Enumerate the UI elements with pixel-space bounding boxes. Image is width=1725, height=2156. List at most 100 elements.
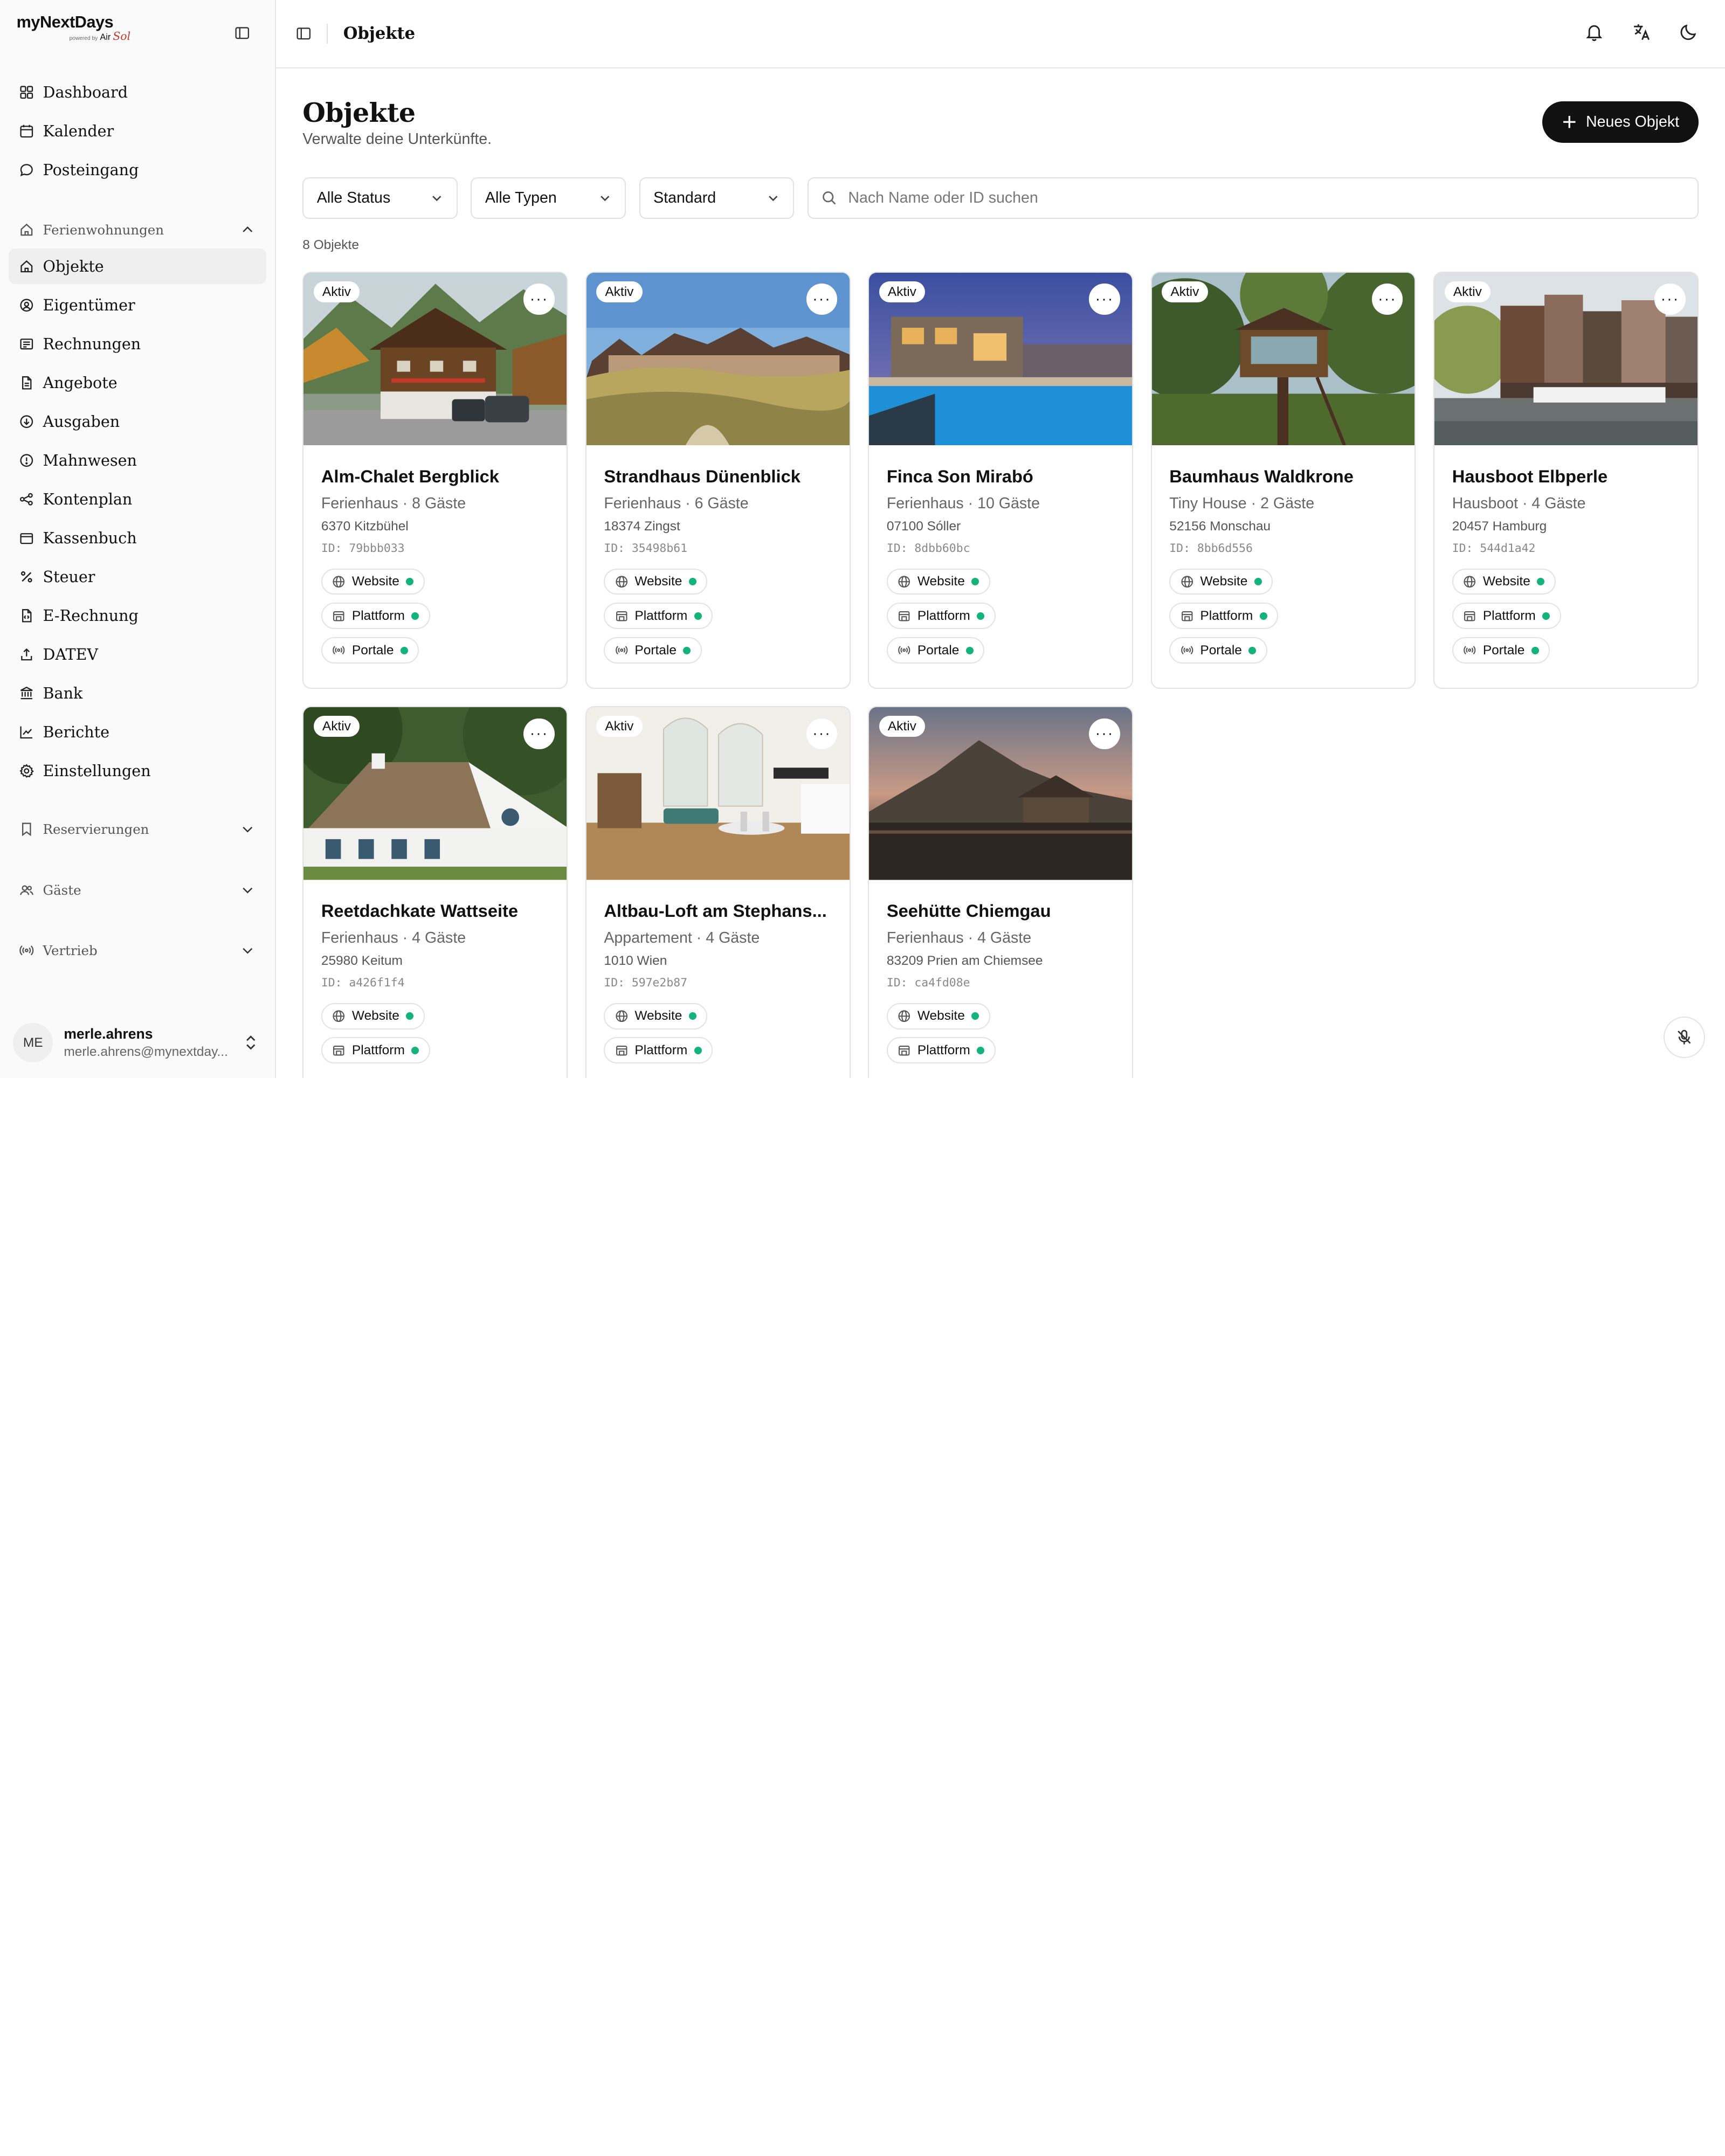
property-type-guests: Ferienhaus · 4 Gäste (886, 929, 1032, 946)
status-filter[interactable]: Alle Status (302, 177, 458, 219)
translate-icon[interactable] (1632, 22, 1652, 42)
bell-icon[interactable] (1584, 22, 1604, 42)
nav-item-posteingang[interactable]: Posteingang (9, 153, 266, 188)
nav-item-e-rechnung[interactable]: E-Rechnung (9, 598, 266, 633)
nav-item-dashboard[interactable]: Dashboard (9, 75, 266, 110)
moon-icon[interactable] (1679, 22, 1699, 42)
more-options-button[interactable]: ··· (806, 718, 838, 749)
nav-item-angebote[interactable]: Angebote (9, 365, 266, 400)
channel-chip-portale[interactable]: Portale (604, 637, 702, 664)
panel-toggle-icon[interactable] (296, 26, 312, 42)
more-options-button[interactable]: ··· (806, 284, 838, 315)
brand-sol-text: Sol (113, 30, 131, 43)
channel-chip-website[interactable]: Website (1452, 568, 1556, 595)
channel-chip-plattform[interactable]: Plattform (321, 1037, 430, 1064)
nav-item-datev[interactable]: DATEV (9, 637, 266, 672)
nav-item-kontenplan[interactable]: Kontenplan (9, 481, 266, 516)
nav-item-ausgaben[interactable]: Ausgaben (9, 404, 266, 439)
status-dot (977, 612, 985, 620)
type-filter[interactable]: Alle Typen (471, 177, 626, 219)
property-card[interactable]: Aktiv ··· Seehütte Chiemgau Ferienhaus ·… (868, 706, 1133, 1078)
user-email: merle.ahrens@mynextday... (64, 1045, 228, 1060)
property-card[interactable]: Aktiv ··· Finca Son Mirabó Ferienhaus · … (868, 272, 1133, 689)
channel-chip-plattform[interactable]: Plattform (321, 603, 430, 630)
property-card[interactable]: Aktiv ··· Alm-Chalet Bergblick Ferienhau… (302, 272, 568, 689)
nav-item-kalender[interactable]: Kalender (9, 114, 266, 149)
user-menu[interactable]: ME merle.ahrens merle.ahrens@mynextday..… (13, 1021, 261, 1065)
more-options-button[interactable]: ··· (1654, 284, 1686, 315)
nav-item-einstellungen[interactable]: Einstellungen (9, 754, 266, 789)
more-options-button[interactable]: ··· (1089, 718, 1120, 749)
nav-item-kassenbuch[interactable]: Kassenbuch (9, 520, 266, 555)
nav-item-rechnungen[interactable]: Rechnungen (9, 326, 266, 361)
property-card[interactable]: Aktiv ··· Reetdachkate Wattseite Ferienh… (302, 706, 568, 1078)
channel-chip-website[interactable]: Website (321, 568, 425, 595)
new-object-button[interactable]: Neues Objekt (1542, 101, 1699, 143)
property-location: 18374 Zingst (604, 519, 680, 534)
channel-chip-plattform[interactable]: Plattform (886, 1037, 996, 1064)
more-options-button[interactable]: ··· (523, 718, 555, 749)
group-toggle-vertrieb[interactable]: Vertrieb (9, 934, 266, 967)
property-location: 83209 Prien am Chiemsee (886, 953, 1043, 968)
group-toggle-reservierungen[interactable]: Reservierungen (9, 813, 266, 846)
channel-chip-portale[interactable]: Portale (321, 637, 419, 664)
store-icon (616, 1045, 627, 1056)
main-nav: Dashboard Kalender Posteingang (9, 75, 266, 191)
chevron-down-icon (243, 887, 253, 894)
store-icon (333, 611, 344, 621)
more-options-button[interactable]: ··· (1089, 284, 1120, 315)
avatar: ME (13, 1022, 53, 1063)
property-card[interactable]: Aktiv ··· Hausboot Elbperle Hausboot · 4… (1433, 272, 1699, 689)
reserv-group: Reservierungen (9, 813, 266, 846)
chevron-down-icon (769, 196, 778, 202)
broadcast-icon (898, 646, 910, 655)
broadcast-icon (1464, 646, 1476, 655)
chevron-down-icon (432, 196, 441, 202)
file-code-icon (22, 609, 32, 623)
chip-label: Portale (1200, 642, 1242, 658)
property-location: 20457 Hamburg (1452, 519, 1547, 534)
channel-chip-plattform[interactable]: Plattform (886, 603, 996, 630)
sidebar-toggle-icon[interactable] (234, 25, 250, 41)
mic-off-icon (1678, 1029, 1691, 1045)
ellipsis-icon: ··· (1095, 290, 1114, 308)
channel-chip-portale[interactable]: Portale (1452, 637, 1550, 664)
status-badge: Aktiv (596, 716, 643, 737)
nav-item-eigentuemer[interactable]: Eigentümer (9, 287, 266, 322)
globe-icon (616, 1010, 627, 1022)
channel-chip-website[interactable]: Website (321, 1003, 425, 1029)
more-options-button[interactable]: ··· (1371, 284, 1403, 315)
nav-item-mahnwesen[interactable]: Mahnwesen (9, 443, 266, 478)
search-input[interactable] (848, 189, 1508, 207)
channel-chip-plattform[interactable]: Plattform (1169, 603, 1279, 630)
group-toggle-ferienwohnungen[interactable]: Ferienwohnungen (9, 213, 266, 246)
property-card[interactable]: Aktiv ··· Strandhaus Dünenblick Ferienha… (585, 272, 851, 689)
group-toggle-gaeste[interactable]: Gäste (9, 873, 266, 906)
chip-label: Website (351, 573, 399, 589)
broadcast-icon (19, 945, 33, 956)
brand-logo[interactable]: myNextDays powered by Air Sol (17, 13, 131, 43)
store-icon (616, 611, 627, 621)
channel-chip-plattform[interactable]: Plattform (604, 1037, 713, 1064)
nav-item-label: Einstellungen (43, 762, 151, 780)
channel-chip-plattform[interactable]: Plattform (604, 603, 713, 630)
channel-chip-website[interactable]: Website (604, 568, 708, 595)
more-options-button[interactable]: ··· (523, 284, 555, 315)
channel-chip-website[interactable]: Website (886, 1003, 990, 1029)
channel-chip-portale[interactable]: Portale (1169, 637, 1267, 664)
channel-chip-website[interactable]: Website (1169, 568, 1273, 595)
property-card[interactable]: Aktiv ··· Altbau-Loft am Stephans... App… (585, 706, 851, 1078)
voice-input-button[interactable] (1663, 1016, 1706, 1059)
nav-item-bank[interactable]: Bank (9, 676, 266, 711)
channel-chip-plattform[interactable]: Plattform (1452, 603, 1561, 630)
group-label: Reservierungen (43, 821, 149, 838)
nav-item-berichte[interactable]: Berichte (9, 715, 266, 750)
nav-item-objekte[interactable]: Objekte (9, 248, 266, 284)
sort-select[interactable]: Standard (639, 177, 795, 219)
channel-chip-website[interactable]: Website (604, 1003, 708, 1029)
channel-chip-website[interactable]: Website (886, 568, 990, 595)
property-card[interactable]: Aktiv ··· Baumhaus Waldkrone Tiny House … (1150, 272, 1416, 689)
channel-chip-portale[interactable]: Portale (886, 637, 985, 664)
ellipsis-icon: ··· (529, 724, 549, 742)
nav-item-steuer[interactable]: Steuer (9, 559, 266, 594)
